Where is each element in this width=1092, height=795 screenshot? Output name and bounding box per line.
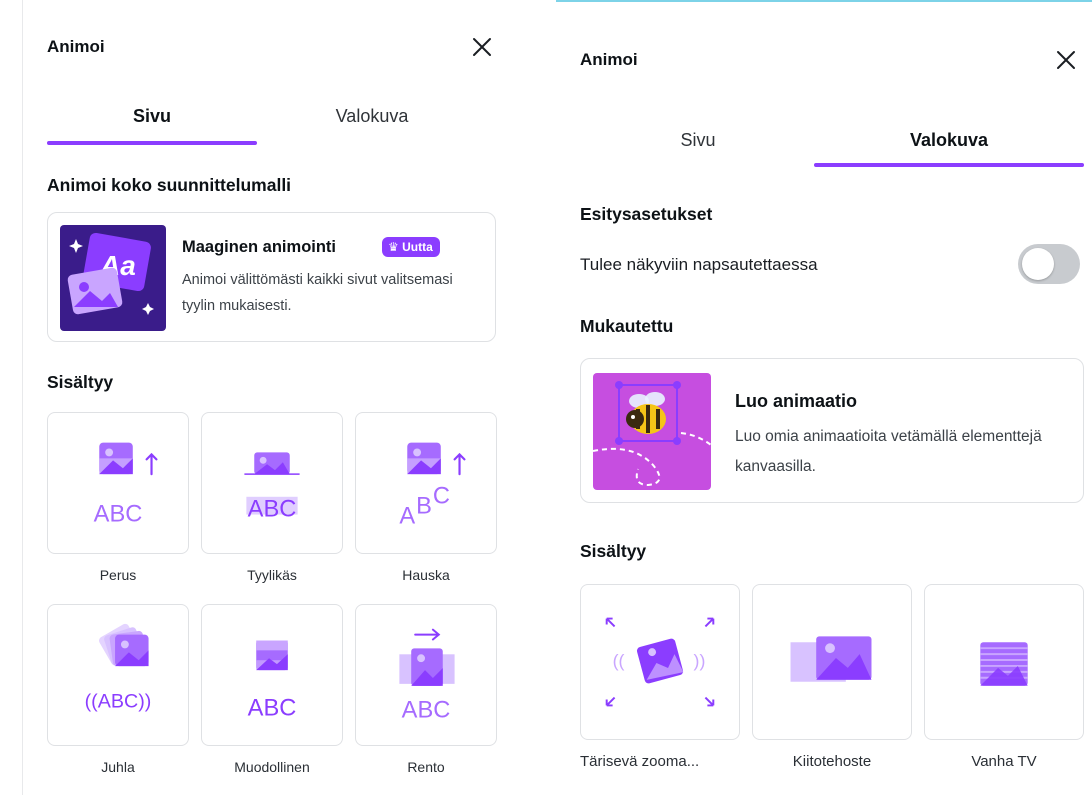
juhla-animation-icon: ((ABC)) [85, 623, 152, 713]
tab-valokuva[interactable]: Valokuva [814, 130, 1084, 151]
tab-sivu[interactable]: Sivu [47, 106, 257, 127]
magic-animate-title: Maaginen animointi [182, 238, 337, 256]
tile-label-kiitotehoste: Kiitotehoste [792, 753, 872, 770]
svg-text:B: B [416, 494, 432, 520]
tile-label-tyylikas: Tyylikäs [247, 567, 297, 583]
create-animation-thumbnail [593, 373, 711, 490]
panel-title: Animoi [47, 37, 105, 56]
tile-label-vanha-tv: Vanha TV [971, 753, 1037, 770]
tyylikas-animation-icon: ABC [244, 452, 300, 523]
tile-tyylikas[interactable]: ABC [201, 412, 343, 554]
close-icon[interactable] [469, 34, 495, 60]
appear-on-click-toggle[interactable] [1018, 244, 1080, 284]
create-animation-description: Luo omia animaatioita vetämällä elementt… [735, 428, 1042, 475]
section-presentation-settings: Esitysasetukset [580, 204, 713, 224]
muodollinen-animation-icon: ABC [248, 640, 297, 721]
perus-animation-icon: ABC [94, 442, 158, 527]
svg-text:ABC: ABC [248, 695, 297, 721]
svg-text:((: (( [613, 651, 625, 671]
section-animate-whole: Animoi koko suunnittelumalli [47, 175, 292, 195]
svg-text:A: A [399, 503, 415, 529]
hauska-animation-icon: A B C [399, 442, 466, 529]
svg-text:ABC: ABC [248, 497, 297, 523]
tile-muodollinen[interactable]: ABC [201, 604, 343, 746]
close-icon[interactable] [1053, 47, 1079, 73]
active-tab-indicator [47, 141, 257, 145]
tile-juhla[interactable]: ((ABC)) [47, 604, 189, 746]
magic-animate-thumbnail: Aa [60, 225, 166, 331]
svg-text:C: C [433, 484, 450, 510]
section-included: Sisältyy [580, 541, 647, 561]
animate-panel-page: Animoi Sivu Valokuva Animoi koko suunnit… [22, 0, 518, 795]
tab-sivu[interactable]: Sivu [580, 130, 816, 151]
tile-label-muodollinen: Muodollinen [234, 759, 310, 775]
new-badge: ♛ Uutta [382, 237, 440, 257]
svg-text:ABC: ABC [402, 697, 451, 723]
magic-animate-description: Animoi välittömästi kaikki sivut valitse… [182, 272, 453, 314]
tile-label-hauska: Hauska [402, 567, 450, 583]
panel-title: Animoi [580, 50, 638, 69]
active-tab-indicator [814, 163, 1084, 167]
section-custom: Mukautettu [580, 316, 674, 336]
tile-label-tariseva-zoom: Tärisevä zooma... [580, 753, 700, 770]
svg-text:)): )) [694, 651, 706, 671]
kiitotehoste-icon [790, 636, 872, 682]
tile-label-juhla: Juhla [101, 759, 135, 775]
tariseva-zoom-icon: (( )) [605, 617, 715, 707]
tile-tariseva-zoom[interactable]: (( )) [580, 584, 740, 740]
vanha-tv-icon [980, 642, 1028, 686]
tile-kiitotehoste[interactable] [752, 584, 912, 740]
create-animation-title: Luo animaatio [735, 391, 858, 411]
tile-perus[interactable]: ABC [47, 412, 189, 554]
appear-on-click-label: Tulee näkyviin napsautettaessa [580, 255, 818, 274]
tile-rento[interactable]: ABC [355, 604, 497, 746]
svg-text:ABC: ABC [94, 501, 143, 527]
tile-label-perus: Perus [99, 567, 137, 583]
section-included: Sisältyy [47, 372, 114, 392]
animate-panel-photo: Animoi Sivu Valokuva Esitysasetukset Tul… [556, 0, 1092, 795]
rento-animation-icon: ABC [399, 628, 455, 723]
toggle-knob [1022, 248, 1054, 280]
crown-icon: ♛ [388, 240, 403, 254]
svg-text:((ABC)): ((ABC)) [85, 691, 152, 713]
tile-label-rento: Rento [407, 759, 445, 775]
tab-valokuva[interactable]: Valokuva [257, 106, 487, 127]
magic-animate-card[interactable]: Aa Maaginen animointi ♛ Uutta Animoi väl… [47, 212, 496, 342]
create-animation-card[interactable]: Luo animaatio Luo omia animaatioita vetä… [580, 358, 1084, 503]
tile-vanha-tv[interactable] [924, 584, 1084, 740]
tile-hauska[interactable]: A B C [355, 412, 497, 554]
